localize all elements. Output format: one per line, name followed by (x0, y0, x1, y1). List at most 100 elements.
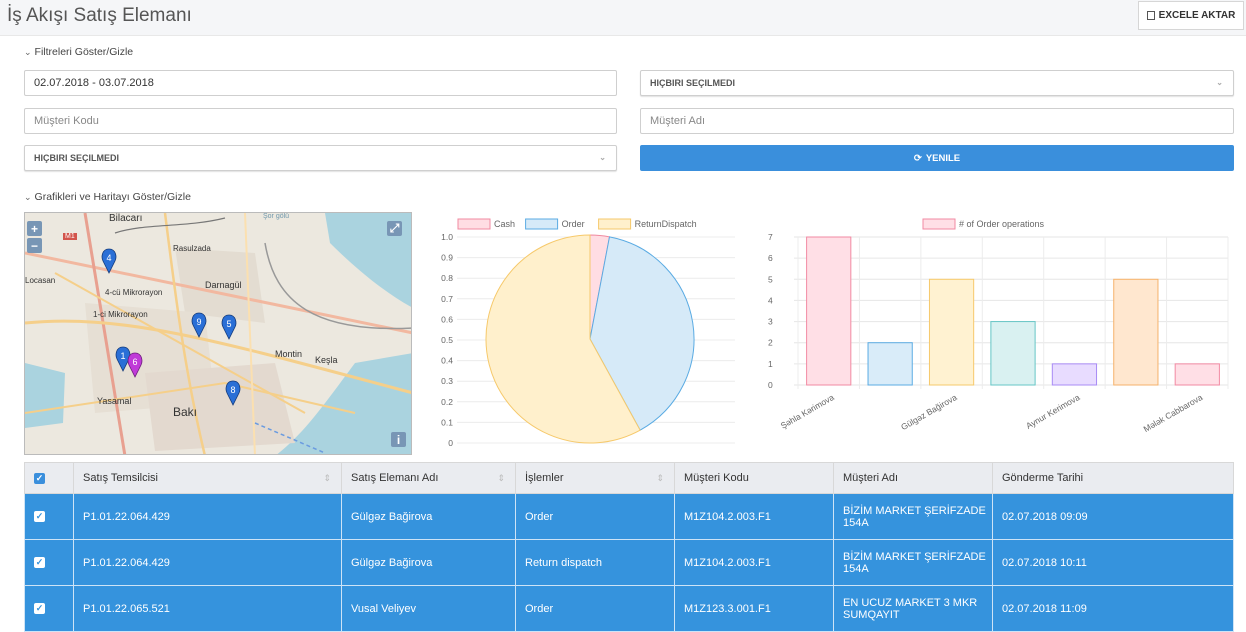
customer-name-field[interactable]: Müşteri Adı (640, 108, 1234, 134)
row-checkbox-cell[interactable]: ✓ (24, 585, 74, 632)
bar-0 (806, 236, 852, 386)
status-select[interactable]: HIÇBIRI SEÇILMEDI ⌄ (640, 70, 1234, 96)
customer-code-field[interactable]: Müşteri Kodu (24, 108, 617, 134)
cell-sales-rep: P1.01.22.064.429 (73, 539, 342, 586)
bar-6 (1174, 363, 1220, 386)
charts-toggle[interactable]: ⌄ Grafikleri ve Haritayı Göster/Gizle (24, 191, 191, 203)
row-checkbox-cell[interactable]: ✓ (24, 493, 74, 540)
bar-x-tick-label: Mələk Cabbarova (1142, 392, 1205, 434)
pie-chart: Cash Order ReturnDispatch 1.0 0.9 0.8 0.7 0.6 0.… (441, 218, 735, 448)
pie-legend-label: ReturnDispatch (635, 219, 697, 229)
chevron-down-icon: ⌄ (24, 46, 32, 57)
bar-chart: # of Order operations 7 6 5 4 3 2 1 0 Şəhla Kərim… (768, 218, 1229, 434)
refresh-icon: ⟳ (913, 152, 922, 164)
sort-icon: ⇕ (323, 473, 331, 483)
cell-sales-rep: P1.01.22.064.429 (73, 493, 342, 540)
salesperson-select[interactable]: HIÇBIRI SEÇILMEDI ⌄ (24, 145, 617, 171)
bar-y-tick-label: 7 (768, 232, 773, 242)
cell-operation: Return dispatch (515, 539, 675, 586)
map-marker-4[interactable]: 4 (101, 248, 117, 274)
filters-toggle-label: Filtreleri Göster/Gizle (34, 46, 134, 58)
charts-toggle-label: Grafikleri ve Haritayı Göster/Gizle (34, 191, 191, 203)
bar-2 (928, 278, 975, 386)
top-bar: İş Akışı Satış Elemanı EXCELE AKTAR (0, 0, 1246, 36)
page-title: İş Akışı Satış Elemanı (7, 5, 192, 26)
map-marker-8-label: 8 (230, 385, 235, 395)
table-row[interactable]: ✓ P1.01.22.065.521 Vusal Veliyev Order M… (24, 585, 1234, 632)
row-checkbox[interactable]: ✓ (34, 557, 45, 568)
cell-customer-name: EN UCUZ MARKET 3 MKR SUMQAYIT (833, 585, 993, 632)
col-header-customer-name[interactable]: Müşteri Adı (833, 462, 993, 494)
map-marker-9[interactable]: 9 (191, 312, 207, 338)
bar-y-tick-label: 3 (768, 317, 773, 327)
orders-table: ✓ Satış Temsilcisi ⇕ Satış Elemanı Adı ⇕ İ… (24, 462, 1234, 632)
pie-legend-item: Order (525, 218, 585, 230)
pie-legend-item: ReturnDispatch (598, 218, 697, 230)
customer-name-placeholder: Müşteri Adı (650, 115, 706, 127)
date-range-value: 02.07.2018 - 03.07.2018 (34, 77, 154, 89)
row-checkbox[interactable]: ✓ (34, 511, 45, 522)
col-header-salesperson-name[interactable]: Satış Elemanı Adı ⇕ (341, 462, 516, 494)
bar-x-tick-label: Aynur Kerimova (1024, 392, 1081, 431)
cell-salesperson-name: Gülgəz Bağirova (341, 493, 516, 540)
pie-y-tick-label: 0.7 (441, 294, 453, 304)
col-header-sales-rep[interactable]: Satış Temsilcisi ⇕ (73, 462, 342, 494)
pie-y-tick-label: 0.2 (441, 397, 453, 407)
bar-3 (990, 321, 1036, 386)
table-row[interactable]: ✓ P1.01.22.064.429 Gülgəz Bağirova Retur… (24, 539, 1234, 586)
map[interactable]: Bilacarı Rasulzada Locasan Darnagül 4-cü… (24, 212, 412, 455)
col-header-customer-name-label: Müşteri Adı (843, 472, 899, 484)
map-marker-6-label: 6 (132, 357, 137, 367)
refresh-button[interactable]: ⟳ YENILE (640, 145, 1234, 171)
row-checkbox[interactable]: ✓ (34, 603, 45, 614)
bar-legend-label: # of Order operations (959, 219, 1045, 229)
select-all-checkbox[interactable]: ✓ (34, 472, 45, 484)
bar-legend-swatch (922, 218, 956, 230)
pie-legend-swatch (525, 218, 559, 230)
bar-1 (867, 342, 913, 386)
date-range-input[interactable]: 02.07.2018 - 03.07.2018 (24, 70, 617, 96)
bar-y-tick-label: 4 (768, 295, 773, 305)
bar-x-tick-label: Gülgəz Bağirova (899, 392, 959, 432)
select-all-cell[interactable]: ✓ (24, 462, 74, 494)
bar-y-tick-label: 2 (768, 338, 773, 348)
pie-y-tick-label: 0.4 (441, 356, 453, 366)
export-excel-label: EXCELE AKTAR (1158, 10, 1236, 21)
sort-icon: ⇕ (656, 473, 664, 483)
bar-legend-item: # of Order operations (922, 218, 1045, 230)
cell-customer-code: M1Z104.2.003.F1 (674, 493, 834, 540)
map-marker-8[interactable]: 8 (225, 380, 241, 406)
customer-code-placeholder: Müşteri Kodu (34, 115, 99, 127)
table-header-row: ✓ Satış Temsilcisi ⇕ Satış Elemanı Adı ⇕ İ… (24, 462, 1234, 494)
bar-x-tick-label: Şəhla Kərimova (779, 392, 836, 431)
bar-5 (1113, 278, 1159, 386)
col-header-customer-code[interactable]: Müşteri Kodu (674, 462, 834, 494)
map-markers: 4 9 5 1 6 8 (101, 248, 241, 406)
bar-y-tick-label: 1 (768, 359, 773, 369)
chevron-down-icon: ⌄ (599, 153, 606, 162)
chevron-down-icon: ⌄ (1216, 78, 1223, 87)
pie-legend-label: Order (562, 219, 585, 229)
filters-toggle[interactable]: ⌄ Filtreleri Göster/Gizle (24, 46, 133, 58)
map-marker-5[interactable]: 5 (221, 314, 237, 340)
pie-legend-swatch (457, 218, 491, 230)
map-marker-4-label: 4 (106, 253, 111, 263)
row-checkbox-cell[interactable]: ✓ (24, 539, 74, 586)
pie-y-tick-label: 0.6 (441, 314, 453, 324)
col-header-send-date[interactable]: Gönderme Tarihi (992, 462, 1234, 494)
cell-customer-code: M1Z123.3.001.F1 (674, 585, 834, 632)
cell-customer-name: BİZİM MARKET ŞERİFZADE 154A (833, 493, 993, 540)
salesperson-select-value: HIÇBIRI SEÇILMEDI (34, 153, 120, 163)
map-marker-6[interactable]: 6 (127, 352, 143, 378)
cell-send-date: 02.07.2018 09:09 (992, 493, 1234, 540)
cell-customer-code: M1Z104.2.003.F1 (674, 539, 834, 586)
pie-legend-item: Cash (457, 218, 515, 230)
excel-file-icon (1146, 11, 1155, 20)
col-header-operations[interactable]: İşlemler ⇕ (515, 462, 675, 494)
col-header-customer-code-label: Müşteri Kodu (684, 472, 749, 484)
col-header-send-date-label: Gönderme Tarihi (1002, 472, 1084, 484)
export-excel-button[interactable]: EXCELE AKTAR (1138, 1, 1244, 30)
map-marker-9-label: 9 (196, 317, 201, 327)
table-row[interactable]: ✓ P1.01.22.064.429 Gülgəz Bağirova Order… (24, 493, 1234, 540)
pie-y-tick-label: 0.8 (441, 273, 453, 283)
